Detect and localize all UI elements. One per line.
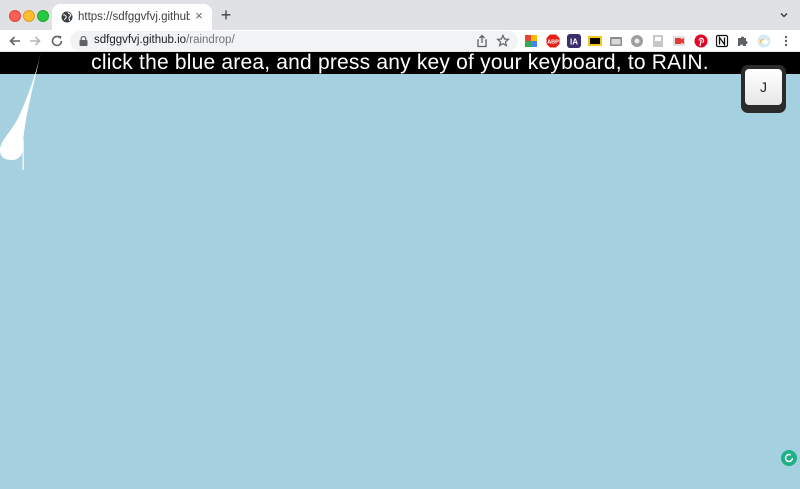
pressed-key-label: J bbox=[745, 69, 782, 105]
colorful-puzzle-icon[interactable] bbox=[524, 34, 538, 48]
lock-icon[interactable] bbox=[79, 36, 88, 46]
browser-toolbar: sdfggvfvj.github.io/raindrop/ ABP IA bbox=[0, 30, 800, 52]
extension-badge[interactable] bbox=[781, 450, 797, 466]
address-bar[interactable]: sdfggvfvj.github.io/raindrop/ bbox=[70, 31, 518, 51]
tab-close-button[interactable]: × bbox=[192, 9, 206, 23]
gray-circle-icon[interactable] bbox=[630, 34, 644, 48]
keyboard-key-indicator: J bbox=[741, 65, 786, 113]
video-icon[interactable] bbox=[672, 34, 686, 48]
reload-icon[interactable] bbox=[49, 33, 65, 49]
tab-raindrop[interactable]: https://sdfggvfvj.github.io/raindrop/ × bbox=[52, 4, 212, 30]
svg-text:ABP: ABP bbox=[547, 40, 559, 46]
folder-icon[interactable] bbox=[609, 34, 623, 48]
doc-icon[interactable] bbox=[651, 34, 665, 48]
tab-title: https://sdfggvfvj.github.io/raindrop/ bbox=[78, 11, 190, 23]
minimize-window-button[interactable] bbox=[23, 10, 35, 22]
more-options-icon[interactable] bbox=[779, 34, 793, 48]
instruction-text: click the blue area, and press any key o… bbox=[91, 51, 709, 74]
svg-text:IA: IA bbox=[570, 38, 578, 47]
rain-area[interactable] bbox=[0, 74, 800, 489]
raindrop-shape bbox=[0, 52, 41, 170]
url-path: /raindrop/ bbox=[186, 34, 235, 46]
tab-search-chevron-icon[interactable] bbox=[778, 9, 790, 21]
notion-icon[interactable] bbox=[715, 34, 729, 48]
back-arrow-icon[interactable] bbox=[7, 33, 23, 49]
tab-strip: https://sdfggvfvj.github.io/raindrop/ × … bbox=[0, 0, 800, 30]
close-window-button[interactable] bbox=[9, 10, 21, 22]
adblock-icon[interactable]: ABP bbox=[546, 34, 560, 48]
puzzle-icon[interactable] bbox=[736, 34, 750, 48]
imdb-icon[interactable] bbox=[588, 34, 602, 48]
refresh-circle-icon bbox=[784, 453, 794, 463]
share-icon[interactable] bbox=[475, 34, 489, 48]
url-text[interactable]: sdfggvfvj.github.io/raindrop/ bbox=[94, 34, 235, 46]
ia-icon[interactable]: IA bbox=[567, 34, 581, 48]
profile-icon[interactable] bbox=[757, 34, 771, 48]
instruction-banner: click the blue area, and press any key o… bbox=[0, 52, 800, 74]
globe-icon bbox=[61, 11, 73, 23]
bookmark-star-icon[interactable] bbox=[496, 34, 510, 48]
zoom-window-button[interactable] bbox=[37, 10, 49, 22]
url-host: sdfggvfvj.github.io bbox=[94, 34, 187, 46]
forward-arrow-icon[interactable] bbox=[27, 33, 43, 49]
pinterest-icon[interactable] bbox=[694, 34, 708, 48]
new-tab-button[interactable]: + bbox=[218, 6, 234, 24]
